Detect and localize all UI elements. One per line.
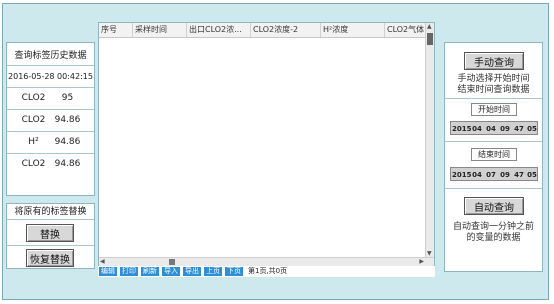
horizontal-scrollbar[interactable]: ◀ ▶ xyxy=(99,257,434,266)
reading-row: CLO2 94.86 xyxy=(7,109,94,132)
print-button[interactable]: 打印 xyxy=(120,267,138,276)
start-month[interactable]: 04 xyxy=(471,122,483,136)
current-datetime: 2016-05-28 00:42:15 xyxy=(8,71,93,81)
auto-query-button[interactable]: 自动查询 xyxy=(464,197,524,215)
divider xyxy=(445,98,542,99)
divider xyxy=(7,245,94,246)
reading-label: CLO2 xyxy=(21,115,46,125)
next-page-button[interactable]: 下页 xyxy=(225,267,243,276)
column-header[interactable]: CLO2气体... xyxy=(385,23,428,37)
end-second[interactable]: 05 xyxy=(526,168,538,182)
reading-value: 94.86 xyxy=(54,137,81,147)
panel-title: 查询标签历史数据 xyxy=(14,50,87,61)
start-time-caption: 开始时间 xyxy=(471,103,517,116)
start-day[interactable]: 04 xyxy=(485,122,497,136)
column-header[interactable]: H²浓度 xyxy=(321,23,385,37)
table-header: 序号 采样时间 出口CLO2浓... CLO2浓度-2 H²浓度 CLO2气体.… xyxy=(99,23,434,38)
column-header[interactable]: 序号 xyxy=(99,23,133,37)
column-header[interactable]: CLO2浓度-2 xyxy=(251,23,321,37)
manual-desc: 结束时间查询数据 xyxy=(457,85,530,95)
end-month[interactable]: 04 xyxy=(471,168,483,182)
manual-desc: 手动选择开始时间 xyxy=(457,74,530,84)
history-query-panel: 查询标签历史数据 2016-05-28 00:42:15 CLO2 95 CLO… xyxy=(6,42,95,196)
export-button[interactable]: 导出 xyxy=(183,267,201,276)
tag-replace-panel: 将原有的标签替换 替换 恢复替换 xyxy=(6,203,95,269)
start-year[interactable]: 2015 xyxy=(452,122,471,136)
end-time-picker[interactable]: 2015 04 07 09 47 05 xyxy=(450,167,538,181)
refresh-button[interactable]: 刷新 xyxy=(141,267,159,276)
query-panel: 手动查询 手动选择开始时间 结束时间查询数据 开始时间 2015 04 04 0… xyxy=(444,42,543,272)
table-toolbar: 编辑 打印 刷新 导入 导出 上页 下页 第1页,共0页 xyxy=(98,266,435,277)
column-header[interactable]: 出口CLO2浓... xyxy=(187,23,251,37)
reading-value: 94.86 xyxy=(54,159,81,169)
replace-title: 将原有的标签替换 xyxy=(7,204,94,220)
prev-page-button[interactable]: 上页 xyxy=(204,267,222,276)
restore-button[interactable]: 恢复替换 xyxy=(26,249,74,267)
start-minute[interactable]: 47 xyxy=(513,122,525,136)
divider xyxy=(445,188,542,189)
scroll-left-icon[interactable]: ◀ xyxy=(100,258,105,266)
reading-value: 95 xyxy=(61,93,74,103)
vertical-scrollbar[interactable]: ▲ ▼ xyxy=(425,23,434,266)
manual-query-button[interactable]: 手动查询 xyxy=(464,52,524,70)
datetime-row: 2016-05-28 00:42:15 xyxy=(7,65,94,88)
panel-title-row: 查询标签历史数据 xyxy=(7,43,94,66)
start-hour[interactable]: 09 xyxy=(499,122,511,136)
end-time-caption: 结束时间 xyxy=(471,148,517,161)
reading-label: H² xyxy=(28,137,39,147)
edit-button[interactable]: 编辑 xyxy=(99,267,117,276)
reading-row: H² 94.86 xyxy=(7,131,94,154)
scroll-right-icon[interactable]: ▶ xyxy=(419,258,424,266)
reading-label: CLO2 xyxy=(21,159,46,169)
scroll-thumb[interactable] xyxy=(169,259,175,265)
auto-desc: 的变量的数据 xyxy=(466,233,521,243)
end-hour[interactable]: 09 xyxy=(499,168,511,182)
reading-label: CLO2 xyxy=(21,93,46,103)
reading-value: 94.86 xyxy=(54,115,81,125)
scroll-up-icon[interactable]: ▲ xyxy=(427,23,432,31)
history-data-table[interactable]: 序号 采样时间 出口CLO2浓... CLO2浓度-2 H²浓度 CLO2气体.… xyxy=(98,22,435,267)
start-time-picker[interactable]: 2015 04 04 09 47 05 xyxy=(450,121,538,135)
end-minute[interactable]: 47 xyxy=(513,168,525,182)
column-header[interactable]: 采样时间 xyxy=(133,23,187,37)
divider xyxy=(445,141,542,142)
scroll-thumb[interactable] xyxy=(427,33,433,45)
start-second[interactable]: 05 xyxy=(526,122,538,136)
reading-row: CLO2 94.86 xyxy=(7,153,94,175)
import-button[interactable]: 导入 xyxy=(162,267,180,276)
replace-button[interactable]: 替换 xyxy=(26,224,74,242)
end-day[interactable]: 07 xyxy=(485,168,497,182)
auto-desc: 自动查询一分钟之前 xyxy=(452,222,534,232)
page-info: 第1页,共0页 xyxy=(248,267,288,275)
reading-row: CLO2 95 xyxy=(7,87,94,110)
end-year[interactable]: 2015 xyxy=(452,168,471,182)
